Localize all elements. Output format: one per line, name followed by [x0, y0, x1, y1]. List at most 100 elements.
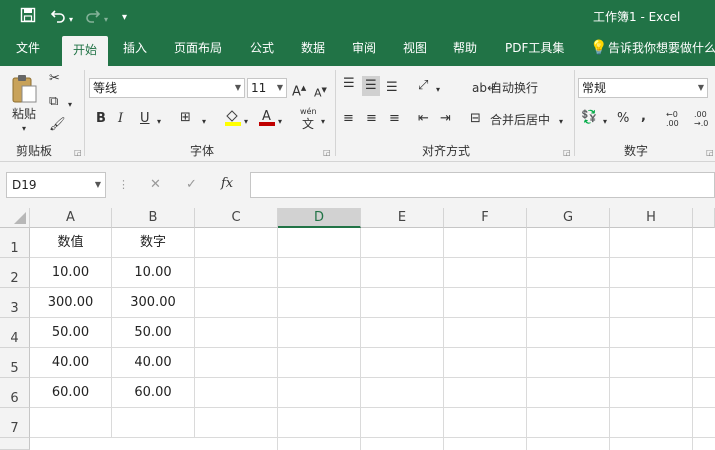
cell-grid[interactable]: [195, 228, 715, 450]
orientation-icon[interactable]: ⤢: [418, 78, 428, 94]
table-cell[interactable]: 50.00: [30, 318, 112, 348]
format-painter-icon[interactable]: 🖌: [49, 117, 66, 133]
table-cell[interactable]: 数值: [30, 228, 112, 258]
orientation-dropdown-icon[interactable]: ▾: [436, 82, 440, 98]
italic-button[interactable]: I: [118, 111, 123, 127]
save-icon[interactable]: [20, 7, 36, 27]
align-center-icon[interactable]: ≡: [366, 111, 377, 127]
decrease-font-size-icon[interactable]: A▼: [314, 82, 327, 102]
copy-dropdown-icon[interactable]: ▾: [68, 97, 72, 113]
tab-review[interactable]: 审阅: [352, 34, 376, 66]
tab-data[interactable]: 数据: [301, 34, 325, 66]
align-left-icon[interactable]: ≡: [343, 111, 354, 127]
align-right-icon[interactable]: ≡: [389, 111, 400, 127]
comma-style-button[interactable]: ,: [641, 109, 646, 125]
select-all-corner[interactable]: [0, 208, 30, 228]
row-header[interactable]: 3: [0, 288, 30, 318]
column-header[interactable]: [693, 208, 715, 228]
phonetic-dropdown-icon[interactable]: ▾: [321, 114, 325, 130]
table-cell[interactable]: [112, 408, 195, 438]
tab-pdf-tools[interactable]: PDF工具集: [505, 34, 564, 66]
align-top-icon[interactable]: ☰: [343, 76, 355, 92]
row-header[interactable]: 4: [0, 318, 30, 348]
borders-dropdown-icon[interactable]: ▾: [202, 114, 206, 130]
undo-icon[interactable]: [50, 7, 66, 27]
bold-button[interactable]: B: [96, 111, 106, 127]
name-box[interactable]: D19 ▼: [6, 172, 106, 198]
font-color-dropdown-icon[interactable]: ▾: [278, 114, 282, 130]
font-color-icon[interactable]: A: [258, 108, 276, 131]
table-cell[interactable]: 50.00: [112, 318, 195, 348]
tab-help[interactable]: 帮助: [453, 34, 477, 66]
accounting-format-icon[interactable]: 💱: [581, 110, 597, 126]
table-cell[interactable]: 60.00: [112, 378, 195, 408]
paste-icon[interactable]: [10, 74, 38, 109]
font-size-select[interactable]: 11 ▼: [247, 78, 287, 98]
column-header[interactable]: A: [30, 208, 112, 228]
formula-input[interactable]: [250, 172, 715, 198]
row-header[interactable]: 5: [0, 348, 30, 378]
tell-me-search[interactable]: 告诉我你想要做什么: [608, 34, 715, 66]
merge-center-button[interactable]: 合并后居中: [490, 112, 550, 128]
decrease-indent-icon[interactable]: ⇤: [418, 111, 429, 127]
font-name-select[interactable]: 等线 ▼: [89, 78, 245, 98]
increase-decimal-icon[interactable]: ←0.00: [666, 110, 679, 128]
row-header[interactable]: 2: [0, 258, 30, 288]
tab-page-layout[interactable]: 页面布局: [174, 34, 222, 66]
underline-button[interactable]: U: [140, 111, 150, 127]
table-cell[interactable]: 300.00: [30, 288, 112, 318]
row-header[interactable]: [0, 438, 30, 450]
align-middle-icon[interactable]: ☰: [362, 76, 380, 96]
wrap-text-button[interactable]: 自动换行: [490, 80, 538, 96]
enter-icon[interactable]: ✓: [186, 177, 197, 193]
undo-dropdown-icon[interactable]: ▾: [69, 11, 73, 29]
number-launcher-icon[interactable]: ◲: [706, 148, 714, 157]
paste-label[interactable]: 粘贴: [12, 106, 36, 122]
column-header[interactable]: C: [195, 208, 278, 228]
tab-home[interactable]: 开始: [62, 36, 108, 66]
tab-view[interactable]: 视图: [403, 34, 427, 66]
table-cell[interactable]: 数字: [112, 228, 195, 258]
increase-indent-icon[interactable]: ⇥: [440, 111, 451, 127]
phonetic-icon[interactable]: 文: [302, 116, 314, 132]
accounting-dropdown-icon[interactable]: ▾: [603, 114, 607, 130]
cancel-icon[interactable]: ✕: [150, 177, 161, 193]
column-header[interactable]: G: [527, 208, 610, 228]
table-cell[interactable]: 10.00: [112, 258, 195, 288]
column-header[interactable]: B: [112, 208, 195, 228]
table-cell[interactable]: 40.00: [30, 348, 112, 378]
paste-dropdown-icon[interactable]: ▾: [22, 121, 26, 137]
table-cell[interactable]: 300.00: [112, 288, 195, 318]
merge-dropdown-icon[interactable]: ▾: [559, 114, 563, 130]
column-header-selected[interactable]: D: [278, 208, 361, 228]
increase-font-size-icon[interactable]: A▲: [292, 80, 306, 100]
tab-file[interactable]: 文件: [16, 34, 40, 66]
copy-icon[interactable]: ⧉: [49, 94, 58, 110]
cut-icon[interactable]: ✂: [49, 71, 60, 87]
table-cell[interactable]: 40.00: [112, 348, 195, 378]
insert-function-icon[interactable]: fx: [221, 176, 233, 192]
align-bottom-icon[interactable]: ☰: [386, 80, 398, 96]
number-format-select[interactable]: 常规 ▼: [578, 78, 708, 98]
alignment-launcher-icon[interactable]: ◲: [563, 148, 571, 157]
table-cell[interactable]: [30, 408, 112, 438]
clipboard-launcher-icon[interactable]: ◲: [74, 148, 82, 157]
fill-color-icon[interactable]: [224, 108, 242, 131]
decrease-decimal-icon[interactable]: .00 →.0: [694, 110, 708, 128]
row-header[interactable]: 6: [0, 378, 30, 408]
table-cell[interactable]: 10.00: [30, 258, 112, 288]
fill-color-dropdown-icon[interactable]: ▾: [244, 114, 248, 130]
row-header[interactable]: 1: [0, 228, 30, 258]
column-header[interactable]: H: [610, 208, 693, 228]
table-cell[interactable]: 60.00: [30, 378, 112, 408]
tab-insert[interactable]: 插入: [123, 34, 147, 66]
column-header[interactable]: F: [444, 208, 527, 228]
tab-formulas[interactable]: 公式: [250, 34, 274, 66]
percent-style-button[interactable]: %: [617, 111, 629, 127]
row-header[interactable]: 7: [0, 408, 30, 438]
column-header[interactable]: E: [361, 208, 444, 228]
borders-icon[interactable]: ⊞: [180, 110, 191, 126]
customize-icon[interactable]: ▾: [122, 9, 127, 27]
font-launcher-icon[interactable]: ◲: [323, 148, 331, 157]
merge-center-icon[interactable]: ⊟: [470, 111, 481, 127]
